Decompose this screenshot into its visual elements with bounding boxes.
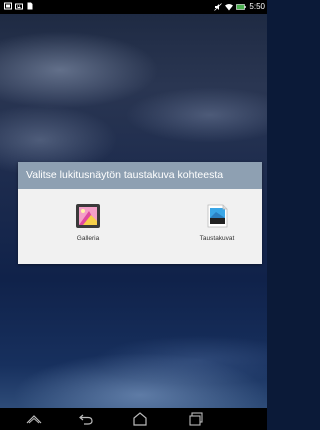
- status-bar: 5:50: [0, 0, 267, 14]
- home-icon: [133, 412, 147, 426]
- status-right-icons: 5:50: [214, 2, 265, 12]
- dialog-title: Valitse lukitusnäytön taustakuva kohtees…: [18, 162, 262, 189]
- gallery-label: Galleria: [76, 235, 100, 242]
- status-left-icons: [4, 2, 34, 10]
- wallpapers-label: Taustakuvat: [199, 235, 235, 242]
- keyboard-icon: [15, 3, 23, 10]
- no-sound-icon: [214, 3, 223, 11]
- navigation-bar: [0, 408, 267, 430]
- recent-apps-button[interactable]: [188, 412, 204, 426]
- wallpapers-icon: [207, 204, 228, 228]
- back-button[interactable]: [78, 412, 94, 426]
- lockscreen-wallpaper-dialog: Valitse lukitusnäytön taustakuva kohtees…: [18, 162, 262, 264]
- wallpapers-option[interactable]: Taustakuvat: [182, 203, 252, 242]
- home-button[interactable]: [132, 412, 148, 426]
- wifi-icon: [225, 4, 234, 11]
- gallery-option[interactable]: Galleria: [53, 203, 123, 242]
- recent-apps-icon: [189, 412, 203, 426]
- up-icon: [26, 415, 42, 424]
- dialog-options: Galleria Taustakuvat: [18, 189, 262, 264]
- screenshot-icon: [4, 2, 12, 10]
- back-icon: [79, 414, 93, 425]
- up-button[interactable]: [26, 412, 42, 426]
- battery-icon: [236, 4, 247, 10]
- clock-time: 5:50: [249, 2, 265, 11]
- file-icon: [27, 2, 33, 10]
- gallery-icon: [76, 204, 100, 228]
